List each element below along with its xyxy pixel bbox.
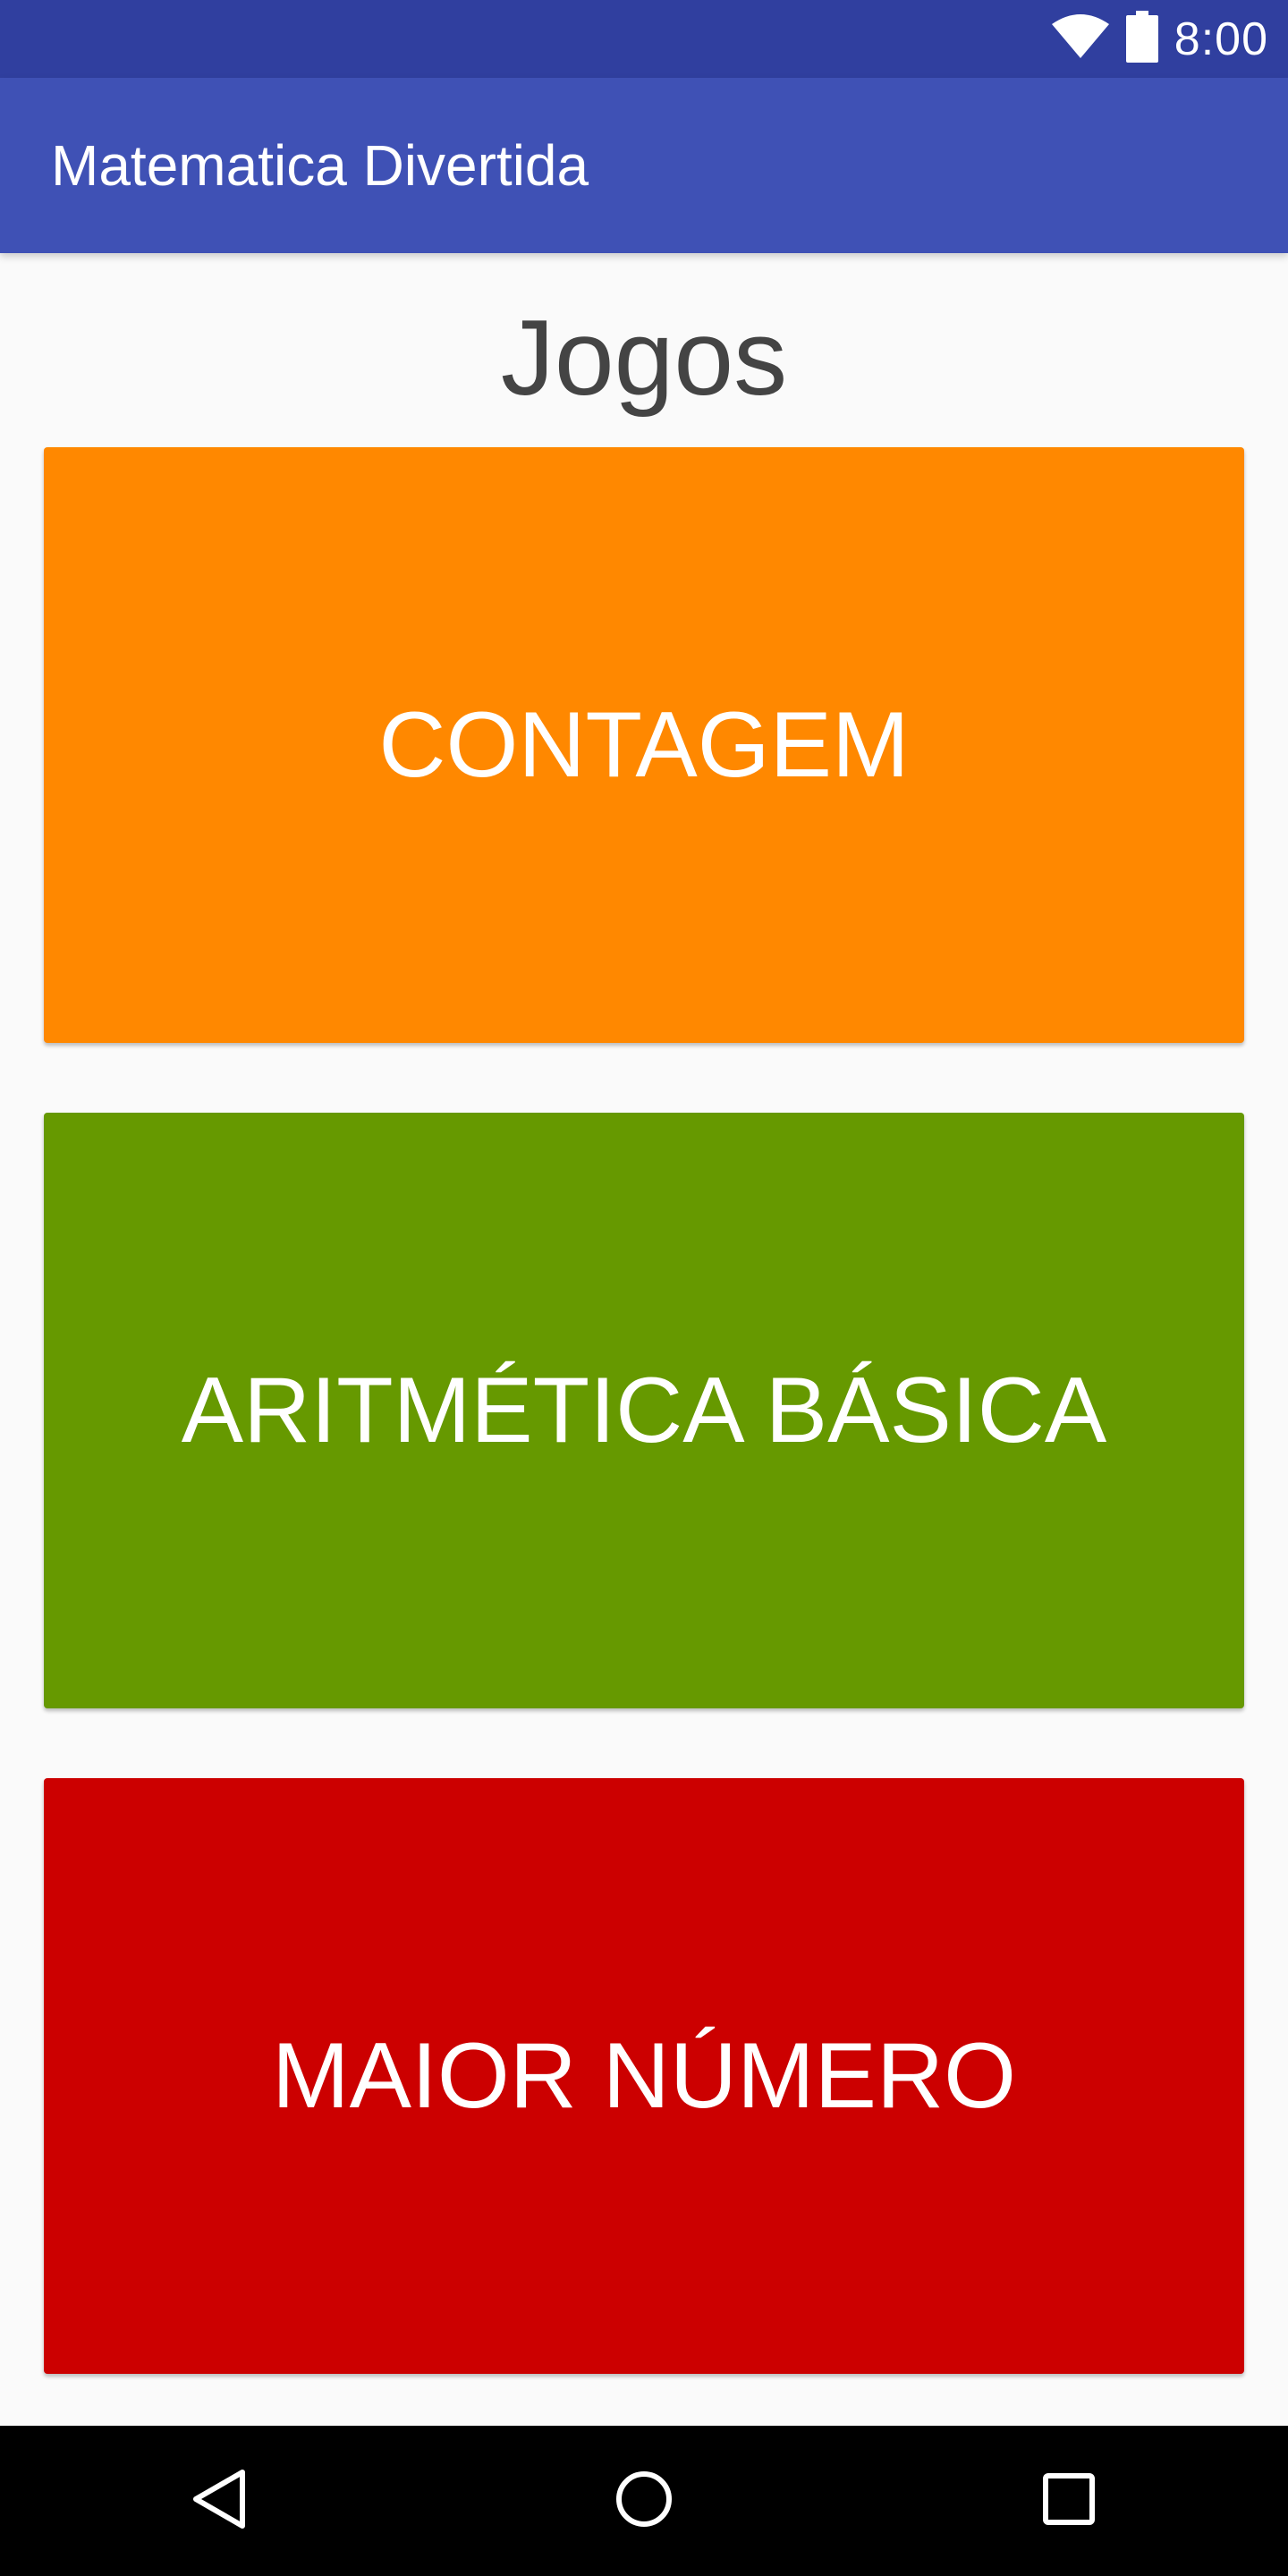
- back-icon: [191, 2468, 248, 2535]
- maior-numero-button-label: MAIOR NÚMERO: [272, 2023, 1016, 2128]
- wifi-icon: [1051, 13, 1110, 64]
- page-title: Jogos: [500, 298, 788, 418]
- app-bar: Matematica Divertida: [0, 78, 1288, 253]
- navigation-bar: [0, 2426, 1288, 2576]
- recent-apps-icon: [1042, 2472, 1096, 2530]
- contagem-button[interactable]: CONTAGEM: [44, 447, 1244, 1043]
- status-icons: 8:00: [1051, 0, 1268, 78]
- home-button[interactable]: [569, 2426, 719, 2576]
- screen: 8:00 Matematica Divertida Jogos CONTAGEM…: [0, 0, 1288, 2576]
- back-button[interactable]: [144, 2426, 294, 2576]
- recent-apps-button[interactable]: [994, 2426, 1144, 2576]
- home-icon: [614, 2469, 674, 2534]
- aritmetica-basica-button-label: ARITMÉTICA BÁSICA: [181, 1358, 1107, 1462]
- status-time: 8:00: [1174, 13, 1268, 65]
- contagem-button-label: CONTAGEM: [378, 692, 910, 797]
- app-title: Matematica Divertida: [51, 133, 589, 198]
- battery-icon: [1125, 11, 1158, 67]
- maior-numero-button[interactable]: MAIOR NÚMERO: [44, 1778, 1244, 2374]
- aritmetica-basica-button[interactable]: ARITMÉTICA BÁSICA: [44, 1113, 1244, 1708]
- status-bar: 8:00: [0, 0, 1288, 78]
